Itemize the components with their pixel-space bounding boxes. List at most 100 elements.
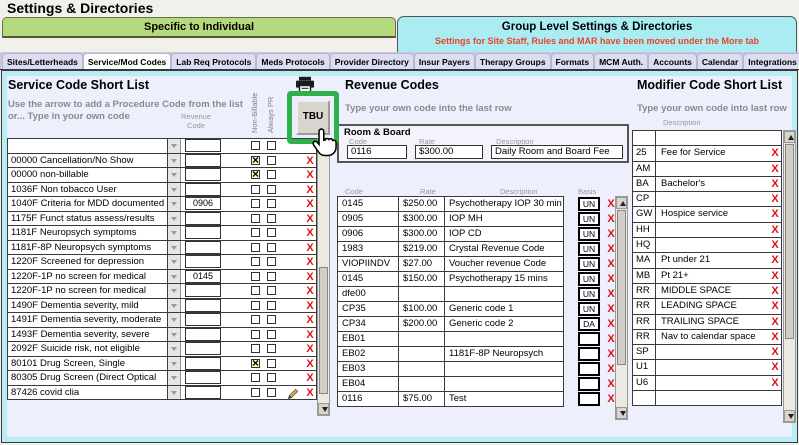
service-code-cell[interactable]: 1220F-1P no screen for medical bbox=[8, 284, 168, 298]
revenue-basis-box[interactable] bbox=[578, 362, 600, 376]
non-billable-checkbox[interactable] bbox=[251, 315, 260, 324]
combo-dropdown-icon[interactable] bbox=[168, 386, 181, 400]
revenue-code-field[interactable] bbox=[185, 241, 221, 254]
non-billable-checkbox[interactable] bbox=[251, 257, 260, 266]
revenue-code-field[interactable] bbox=[185, 342, 221, 355]
modifier-code-cell[interactable] bbox=[633, 131, 656, 145]
service-code-cell[interactable]: 80305 Drug Screen (Direct Optical bbox=[8, 371, 168, 385]
delete-x-button[interactable]: X bbox=[769, 254, 781, 266]
always-pr-checkbox[interactable] bbox=[267, 141, 276, 150]
revenue-code-field[interactable] bbox=[185, 284, 221, 297]
service-code-cell[interactable]: 1036F Non tobacco User bbox=[8, 183, 168, 197]
non-billable-checkbox[interactable] bbox=[251, 185, 260, 194]
revenue-basis-box[interactable]: UN bbox=[578, 212, 600, 226]
revenue-description-cell[interactable]: IOP CD bbox=[445, 227, 563, 241]
modifier-description-cell[interactable] bbox=[657, 391, 767, 405]
scroll-down-button[interactable] bbox=[318, 403, 329, 415]
tab-mcm-auth-[interactable]: MCM Auth. bbox=[594, 53, 648, 69]
revenue-basis-box[interactable] bbox=[578, 347, 600, 361]
tab-sites-letterheads[interactable]: Sites/Letterheads bbox=[2, 53, 83, 69]
revenue-rate-cell[interactable]: $200.00 bbox=[399, 317, 445, 331]
revenue-code-field[interactable] bbox=[185, 313, 221, 326]
delete-x-button[interactable]: X bbox=[769, 224, 781, 236]
revenue-code-field[interactable] bbox=[185, 183, 221, 196]
delete-x-button[interactable]: X bbox=[304, 227, 316, 239]
modifier-description-cell[interactable] bbox=[657, 223, 767, 237]
revenue-code-cell[interactable]: EB01 bbox=[338, 332, 399, 346]
delete-x-button[interactable]: X bbox=[769, 147, 781, 159]
service-table-scrollbar[interactable] bbox=[317, 138, 330, 416]
non-billable-checkbox[interactable] bbox=[251, 344, 260, 353]
service-code-cell[interactable]: 80101 Drug Screen, Single bbox=[8, 357, 168, 371]
non-billable-checkbox[interactable] bbox=[251, 359, 260, 368]
revenue-description-cell[interactable]: 1181F-8P Neuropsych bbox=[445, 347, 563, 361]
delete-x-button[interactable]: X bbox=[769, 270, 781, 282]
revenue-table-scrollbar[interactable] bbox=[615, 196, 628, 420]
modifier-code-cell[interactable]: MA bbox=[633, 253, 656, 267]
service-code-cell[interactable]: 1040F Criteria for MDD documented bbox=[8, 197, 168, 211]
revenue-description-cell[interactable] bbox=[445, 362, 563, 376]
modifier-code-cell[interactable] bbox=[633, 391, 656, 405]
delete-x-button[interactable]: X bbox=[769, 316, 781, 328]
delete-x-button[interactable]: X bbox=[304, 169, 316, 181]
revenue-description-cell[interactable]: Crystal Revenue Code bbox=[445, 242, 563, 256]
tab-lab-req-protocols[interactable]: Lab Req Protocols bbox=[171, 53, 256, 69]
service-code-cell[interactable]: 1175F Funct status assess/results bbox=[8, 212, 168, 226]
delete-x-button[interactable]: X bbox=[769, 361, 781, 373]
delete-x-button[interactable]: X bbox=[304, 387, 316, 399]
service-code-cell[interactable] bbox=[8, 139, 168, 153]
modifier-code-cell[interactable]: GW bbox=[633, 207, 656, 221]
edit-pencil-icon[interactable] bbox=[287, 387, 299, 399]
always-pr-checkbox[interactable] bbox=[267, 301, 276, 310]
always-pr-checkbox[interactable] bbox=[267, 373, 276, 382]
non-billable-checkbox[interactable] bbox=[251, 156, 260, 165]
delete-x-button[interactable]: X bbox=[769, 331, 781, 343]
revenue-description-cell[interactable]: Psychotherapy IOP 30 min bbox=[445, 197, 563, 211]
revenue-rate-cell[interactable]: $100.00 bbox=[399, 302, 445, 316]
revenue-code-cell[interactable]: 0145 bbox=[338, 272, 399, 286]
revenue-basis-box[interactable]: UN bbox=[578, 227, 600, 241]
revenue-code-cell[interactable]: EB04 bbox=[338, 377, 399, 391]
modifier-description-cell[interactable] bbox=[657, 131, 767, 145]
modifier-code-cell[interactable]: RR bbox=[633, 284, 656, 298]
non-billable-checkbox[interactable] bbox=[251, 214, 260, 223]
tab-meds-protocols[interactable]: Meds Protocols bbox=[256, 53, 329, 69]
combo-dropdown-icon[interactable] bbox=[168, 284, 181, 298]
revenue-description-cell[interactable]: Test bbox=[445, 392, 563, 406]
modifier-code-cell[interactable]: HH bbox=[633, 223, 656, 237]
modifier-code-cell[interactable]: RR bbox=[633, 330, 656, 344]
delete-x-button[interactable]: X bbox=[769, 163, 781, 175]
delete-x-button[interactable]: X bbox=[769, 193, 781, 205]
always-pr-checkbox[interactable] bbox=[267, 359, 276, 368]
revenue-rate-cell[interactable] bbox=[399, 332, 445, 346]
delete-x-button[interactable]: X bbox=[769, 208, 781, 220]
always-pr-checkbox[interactable] bbox=[267, 388, 276, 397]
delete-x-button[interactable]: X bbox=[769, 178, 781, 190]
combo-dropdown-icon[interactable] bbox=[168, 241, 181, 255]
delete-x-button[interactable]: X bbox=[304, 329, 316, 341]
revenue-code-cell[interactable]: 0906 bbox=[338, 227, 399, 241]
modifier-code-cell[interactable]: U1 bbox=[633, 360, 656, 374]
revenue-rate-cell[interactable]: $250.00 bbox=[399, 197, 445, 211]
delete-x-button[interactable]: X bbox=[304, 358, 316, 370]
always-pr-checkbox[interactable] bbox=[267, 170, 276, 179]
delete-x-button[interactable]: X bbox=[769, 239, 781, 251]
revenue-basis-box[interactable]: UN bbox=[578, 287, 600, 301]
non-billable-checkbox[interactable] bbox=[251, 170, 260, 179]
revenue-code-cell[interactable]: EB03 bbox=[338, 362, 399, 376]
non-billable-checkbox[interactable] bbox=[251, 243, 260, 252]
service-code-cell[interactable]: 00000 non-billable bbox=[8, 168, 168, 182]
revenue-basis-box[interactable]: UN bbox=[578, 302, 600, 316]
modifier-description-cell[interactable]: Pt 21+ bbox=[657, 269, 767, 283]
always-pr-checkbox[interactable] bbox=[267, 185, 276, 194]
tab-formats[interactable]: Formats bbox=[551, 53, 595, 69]
non-billable-checkbox[interactable] bbox=[251, 228, 260, 237]
modifier-code-cell[interactable]: CP bbox=[633, 192, 656, 206]
revenue-basis-box[interactable]: DA bbox=[578, 317, 600, 331]
always-pr-checkbox[interactable] bbox=[267, 214, 276, 223]
revenue-code-field[interactable] bbox=[185, 212, 221, 225]
service-code-cell[interactable]: 87426 covid clia bbox=[8, 386, 168, 400]
always-pr-checkbox[interactable] bbox=[267, 156, 276, 165]
scroll-up-button[interactable] bbox=[784, 131, 795, 143]
revenue-rate-cell[interactable]: $27.00 bbox=[399, 257, 445, 271]
